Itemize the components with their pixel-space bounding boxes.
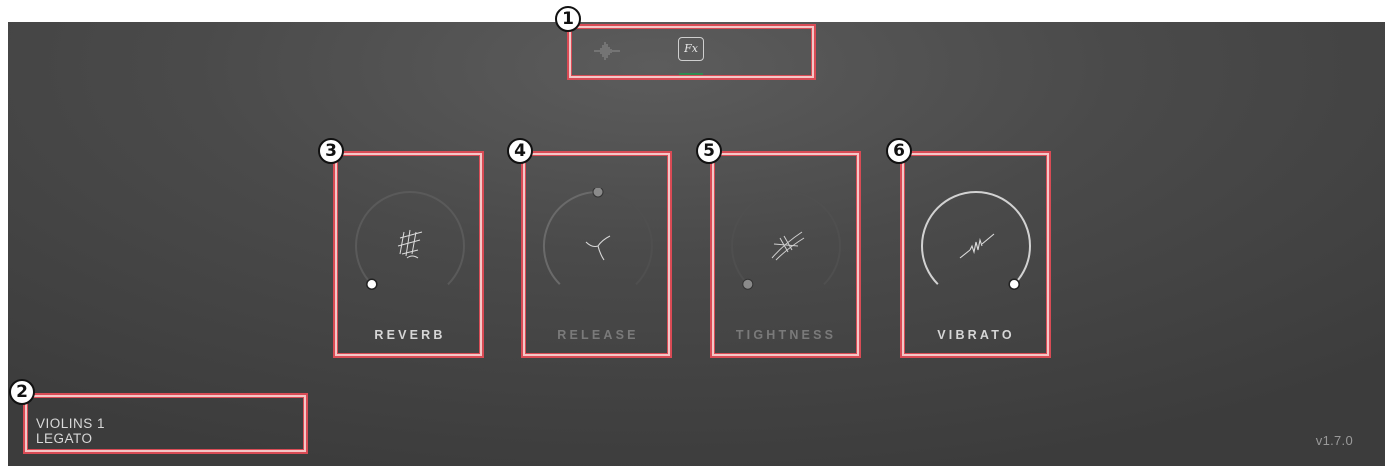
callout-badge-2: 2 xyxy=(9,379,35,405)
callout-badge-1: 1 xyxy=(555,6,581,32)
callout-box-1 xyxy=(567,24,816,80)
callout-box-5 xyxy=(710,151,861,358)
callout-box-3 xyxy=(333,151,484,358)
callout-box-6 xyxy=(900,151,1051,358)
callout-badge-3: 3 xyxy=(318,138,344,164)
callout-box-4 xyxy=(521,151,672,358)
callout-box-2 xyxy=(23,393,308,454)
callout-badge-4: 4 xyxy=(507,138,533,164)
callout-badge-5: 5 xyxy=(696,138,722,164)
callout-badge-6: 6 xyxy=(886,138,912,164)
version-label: v1.7.0 xyxy=(1315,433,1353,448)
